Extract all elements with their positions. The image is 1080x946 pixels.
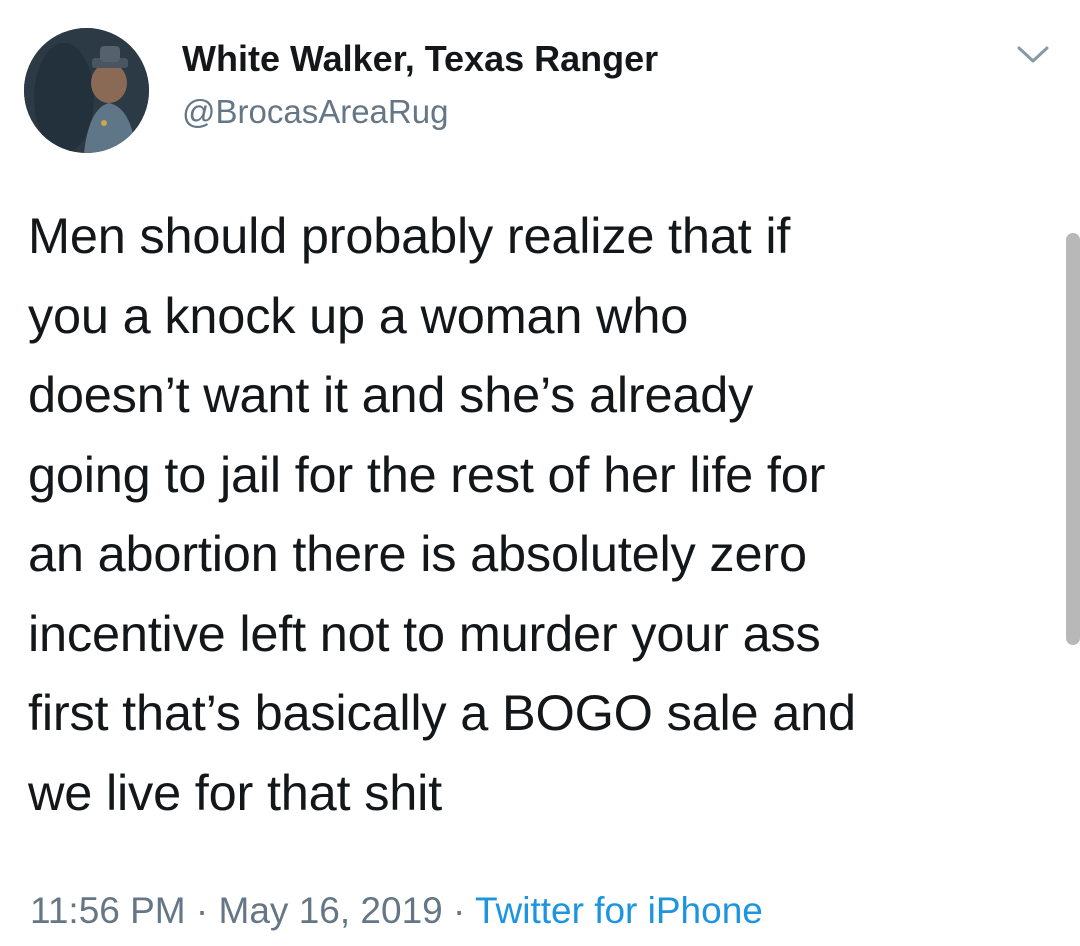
avatar-image — [24, 28, 149, 153]
tweet-date[interactable]: May 16, 2019 — [219, 890, 443, 931]
display-name[interactable]: White Walker, Texas Ranger — [182, 38, 658, 80]
tweet-text: Men should probably realize that if you … — [28, 207, 856, 821]
tweet-source-link[interactable]: Twitter for iPhone — [475, 890, 763, 931]
user-handle[interactable]: @BrocasAreaRug — [182, 93, 448, 131]
meta-separator: · — [185, 890, 219, 931]
meta-separator: · — [442, 890, 475, 931]
tweet-time[interactable]: 11:56 PM — [30, 890, 186, 931]
chevron-down-icon[interactable] — [1010, 38, 1056, 72]
tweet-meta: 11:56 PM · May 16, 2019 · Twitter for iP… — [30, 890, 763, 932]
avatar[interactable] — [24, 28, 149, 153]
scrollbar[interactable] — [1066, 233, 1080, 645]
